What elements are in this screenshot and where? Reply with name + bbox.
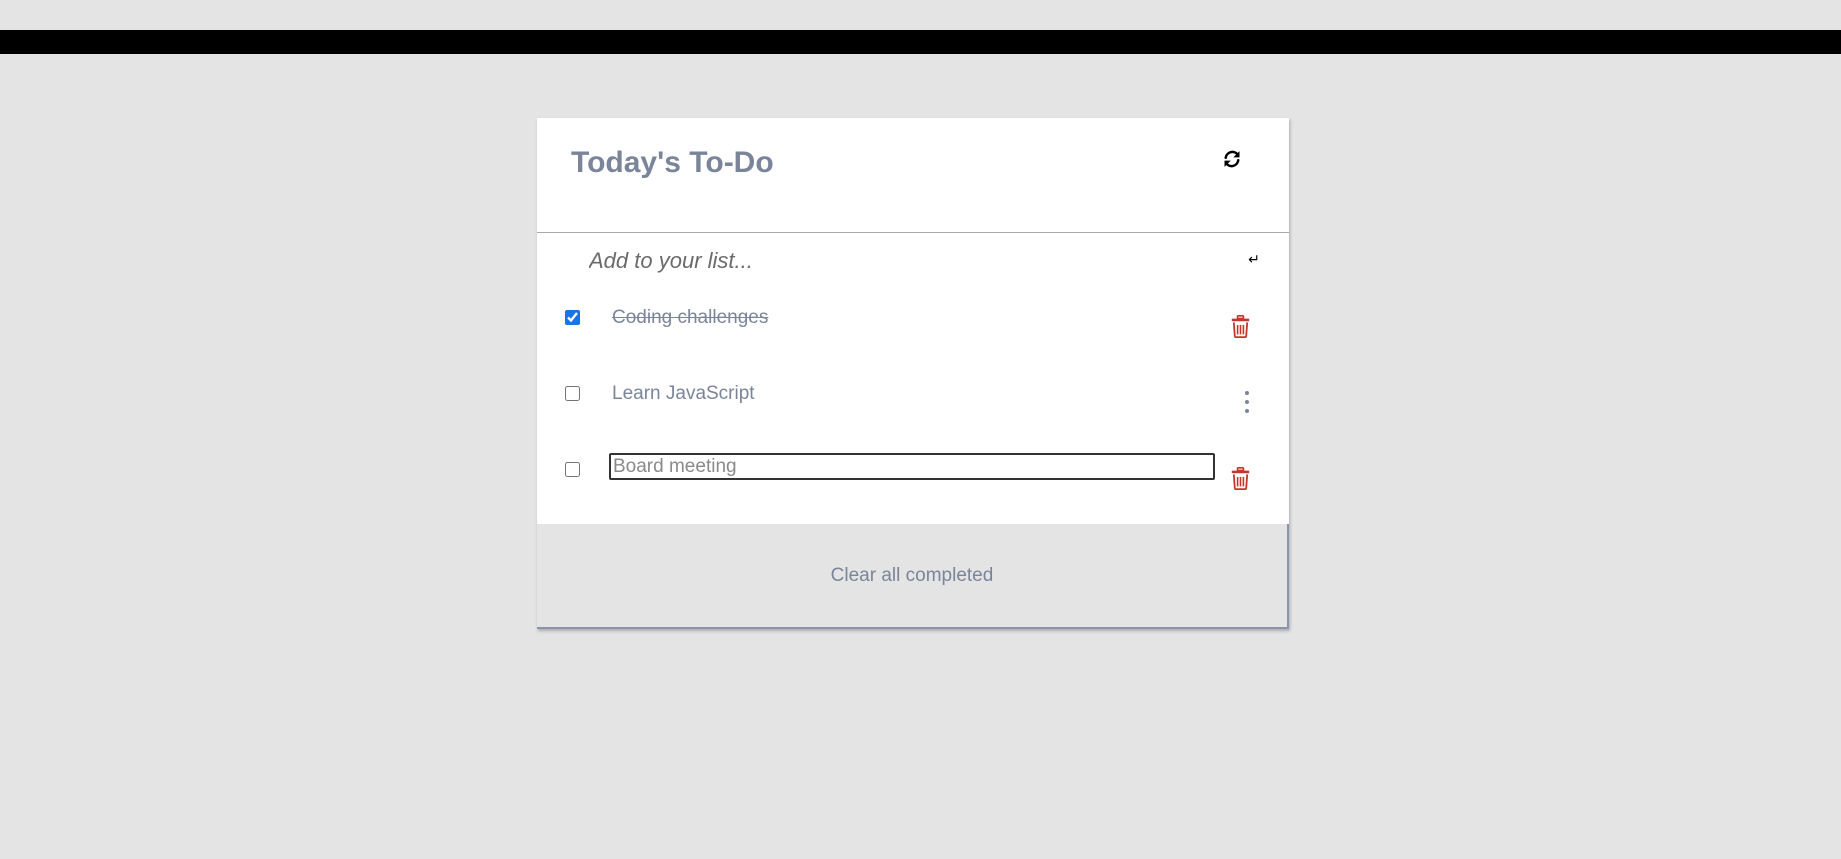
delete-button[interactable] (1229, 313, 1251, 339)
todo-text[interactable]: Coding challenges (612, 307, 768, 329)
todo-item-coding-challenges: Coding challenges (537, 293, 1289, 369)
delete-button[interactable] (1229, 465, 1251, 491)
trash-icon (1231, 314, 1249, 338)
card-footer: Clear all completed (537, 524, 1289, 629)
kebab-dot (1245, 409, 1249, 413)
top-bar (0, 30, 1841, 54)
kebab-dot (1245, 391, 1249, 395)
todo-card: Today's To-Do ↵ Coding challenges (537, 118, 1289, 629)
todo-checkbox[interactable] (565, 310, 580, 325)
page-title: Today's To-Do (571, 146, 774, 179)
todo-edit-input[interactable] (609, 453, 1215, 480)
todo-text[interactable]: Learn JavaScript (612, 383, 755, 405)
todo-checkbox[interactable] (565, 462, 580, 477)
enter-button[interactable]: ↵ (1245, 248, 1263, 270)
todo-item-board-meeting (537, 445, 1289, 521)
refresh-button[interactable] (1217, 144, 1247, 174)
more-options-button[interactable] (1241, 391, 1253, 413)
todo-item-learn-javascript: Learn JavaScript (537, 369, 1289, 445)
add-item-row: ↵ (537, 233, 1289, 293)
enter-icon: ↵ (1248, 250, 1260, 267)
refresh-icon (1224, 150, 1240, 168)
todo-checkbox[interactable] (565, 386, 580, 401)
kebab-dot (1245, 400, 1249, 404)
trash-icon (1231, 466, 1249, 490)
clear-completed-button[interactable]: Clear all completed (831, 565, 994, 587)
card-header: Today's To-Do (537, 118, 1289, 233)
add-item-input[interactable] (585, 241, 1189, 281)
